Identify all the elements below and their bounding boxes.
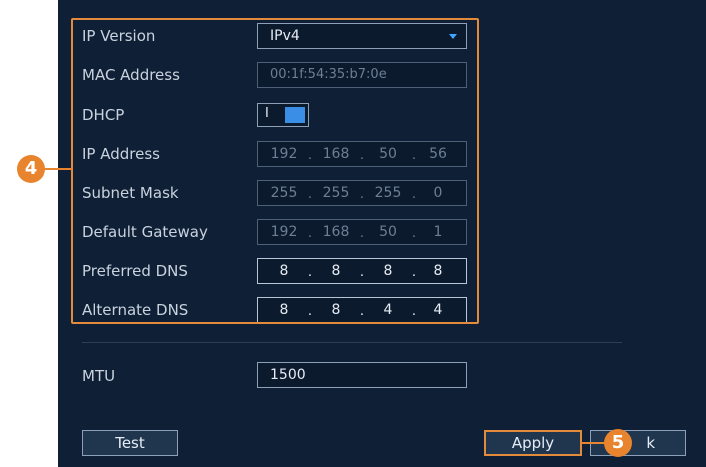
- mtu-input[interactable]: 1500: [257, 362, 467, 388]
- mtu-label: MTU: [82, 367, 116, 385]
- section-divider: [82, 342, 622, 343]
- test-button[interactable]: Test: [82, 430, 178, 456]
- mtu-value: 1500: [270, 367, 306, 383]
- highlight-frame: [71, 18, 479, 324]
- step-callout-5: 5: [604, 429, 632, 457]
- apply-button[interactable]: Apply: [484, 430, 582, 456]
- callout-connector: [582, 442, 606, 444]
- step-callout-4: 4: [17, 155, 45, 183]
